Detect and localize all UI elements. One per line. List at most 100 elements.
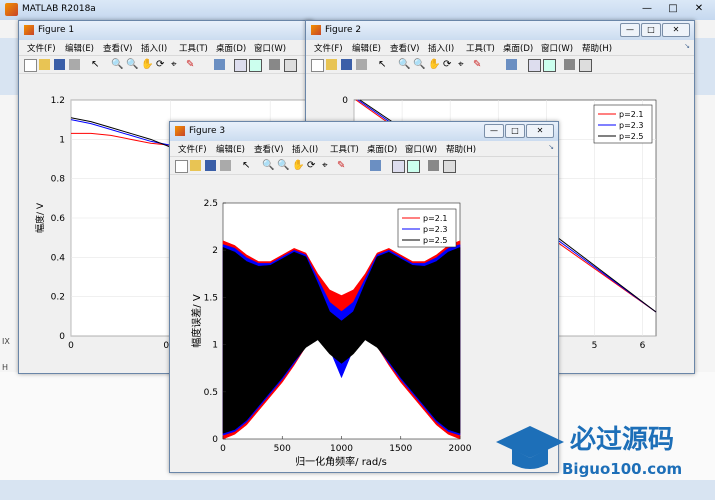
new-figure-icon[interactable] xyxy=(311,59,324,72)
menu-desktop[interactable]: 桌面(D) xyxy=(367,143,397,155)
menubar-dock-icon[interactable]: ↘ xyxy=(548,143,554,151)
menu-file[interactable]: 文件(F) xyxy=(178,143,207,155)
menu-tools[interactable]: 工具(T) xyxy=(330,143,359,155)
data-cursor-icon[interactable]: ⌖ xyxy=(322,160,333,171)
menu-edit[interactable]: 编辑(E) xyxy=(216,143,245,155)
minimize-icon[interactable]: — xyxy=(484,124,504,138)
zoom-in-icon[interactable]: 🔍 xyxy=(398,59,410,70)
menu-view[interactable]: 查看(V) xyxy=(103,42,132,54)
rotate-icon[interactable]: ⟳ xyxy=(443,59,454,70)
show-tools-icon[interactable] xyxy=(284,59,297,72)
colorbar-icon[interactable] xyxy=(392,160,405,173)
link-plot-icon[interactable] xyxy=(370,160,381,171)
menu-file[interactable]: 文件(F) xyxy=(27,42,56,54)
ytick-label: 0.5 xyxy=(204,388,218,398)
ytick-label: 0.6 xyxy=(51,214,66,224)
xtick-label: 1500 xyxy=(389,444,412,454)
close-icon[interactable]: ✕ xyxy=(662,23,690,37)
hide-tools-icon[interactable] xyxy=(564,59,575,70)
menu-help[interactable]: 帮助(H) xyxy=(446,143,476,155)
figure-2-legend[interactable]: p=2.1 p=2.3 p=2.5 xyxy=(593,104,653,144)
pan-icon[interactable]: ✋ xyxy=(141,59,153,70)
data-cursor-icon[interactable]: ⌖ xyxy=(171,59,182,70)
pan-icon[interactable]: ✋ xyxy=(292,160,304,171)
brush-icon[interactable]: ✎ xyxy=(337,160,348,171)
rotate-icon[interactable]: ⟳ xyxy=(156,59,167,70)
figure-icon xyxy=(311,25,321,35)
open-file-icon[interactable] xyxy=(326,59,337,70)
menu-file[interactable]: 文件(F) xyxy=(314,42,343,54)
show-tools-icon[interactable] xyxy=(579,59,592,72)
ytick-label: 0 xyxy=(212,435,218,445)
minimize-icon[interactable]: — xyxy=(635,1,659,17)
figure-2-toolbar: ↖ 🔍 🔍 ✋ ⟳ ⌖ ✎ xyxy=(306,56,694,74)
zoom-out-icon[interactable]: 🔍 xyxy=(413,59,425,70)
figure-3-titlebar[interactable]: Figure 3 — □ ✕ xyxy=(170,122,558,141)
xtick-label: 6 xyxy=(640,341,646,351)
print-icon[interactable] xyxy=(356,59,367,70)
colorbar-icon[interactable] xyxy=(234,59,247,72)
pan-icon[interactable]: ✋ xyxy=(428,59,440,70)
zoom-in-icon[interactable]: 🔍 xyxy=(111,59,123,70)
menu-help[interactable]: 帮助(H) xyxy=(582,42,612,54)
save-icon[interactable] xyxy=(205,160,216,171)
legend-icon[interactable] xyxy=(407,160,420,173)
zoom-out-icon[interactable]: 🔍 xyxy=(126,59,138,70)
minimize-icon[interactable]: — xyxy=(620,23,640,37)
matlab-title: MATLAB R2018a xyxy=(22,4,96,14)
hide-tools-icon[interactable] xyxy=(428,160,439,171)
pointer-icon[interactable]: ↖ xyxy=(91,59,102,70)
rotate-icon[interactable]: ⟳ xyxy=(307,160,318,171)
pointer-icon[interactable]: ↖ xyxy=(242,160,253,171)
close-icon[interactable]: ✕ xyxy=(687,1,711,17)
figure-1-titlebar[interactable]: Figure 1 xyxy=(19,21,312,40)
menu-view[interactable]: 查看(V) xyxy=(254,143,283,155)
print-icon[interactable] xyxy=(69,59,80,70)
open-file-icon[interactable] xyxy=(39,59,50,70)
menu-window[interactable]: 窗口(W) xyxy=(405,143,437,155)
figure-3-legend[interactable]: p=2.1 p=2.3 p=2.5 xyxy=(397,208,457,248)
menu-desktop[interactable]: 桌面(D) xyxy=(216,42,246,54)
menubar-dock-icon[interactable]: ↘ xyxy=(684,42,690,50)
left-panel-label-2: H xyxy=(2,363,9,372)
maximize-icon[interactable]: □ xyxy=(641,23,661,37)
menu-edit[interactable]: 编辑(E) xyxy=(352,42,381,54)
menu-insert[interactable]: 插入(I) xyxy=(428,42,454,54)
new-figure-icon[interactable] xyxy=(24,59,37,72)
menu-desktop[interactable]: 桌面(D) xyxy=(503,42,533,54)
zoom-in-icon[interactable]: 🔍 xyxy=(262,160,274,171)
brush-icon[interactable]: ✎ xyxy=(473,59,484,70)
menu-insert[interactable]: 插入(I) xyxy=(292,143,318,155)
hide-tools-icon[interactable] xyxy=(269,59,280,70)
figure-3-title: Figure 3 xyxy=(189,126,226,136)
menu-tools[interactable]: 工具(T) xyxy=(466,42,495,54)
show-tools-icon[interactable] xyxy=(443,160,456,173)
svg-text:必过源码: 必过源码 xyxy=(570,425,674,455)
menu-insert[interactable]: 插入(I) xyxy=(141,42,167,54)
figure-icon xyxy=(24,25,34,35)
data-cursor-icon[interactable]: ⌖ xyxy=(458,59,469,70)
brush-icon[interactable]: ✎ xyxy=(186,59,197,70)
menu-edit[interactable]: 编辑(E) xyxy=(65,42,94,54)
legend-icon[interactable] xyxy=(543,59,556,72)
new-figure-icon[interactable] xyxy=(175,160,188,173)
save-icon[interactable] xyxy=(54,59,65,70)
print-icon[interactable] xyxy=(220,160,231,171)
close-icon[interactable]: ✕ xyxy=(526,124,554,138)
save-icon[interactable] xyxy=(341,59,352,70)
menu-window[interactable]: 窗口(W) xyxy=(541,42,573,54)
menu-window[interactable]: 窗口(W) xyxy=(254,42,286,54)
link-plot-icon[interactable] xyxy=(214,59,225,70)
maximize-icon[interactable]: □ xyxy=(505,124,525,138)
figure-2-titlebar[interactable]: Figure 2 — □ ✕ xyxy=(306,21,694,40)
pointer-icon[interactable]: ↖ xyxy=(378,59,389,70)
zoom-out-icon[interactable]: 🔍 xyxy=(277,160,289,171)
legend-icon[interactable] xyxy=(249,59,262,72)
maximize-icon[interactable]: □ xyxy=(661,1,685,17)
menu-view[interactable]: 查看(V) xyxy=(390,42,419,54)
colorbar-icon[interactable] xyxy=(528,59,541,72)
link-plot-icon[interactable] xyxy=(506,59,517,70)
xtick-label: 2000 xyxy=(449,444,472,454)
open-file-icon[interactable] xyxy=(190,160,201,171)
menu-tools[interactable]: 工具(T) xyxy=(179,42,208,54)
